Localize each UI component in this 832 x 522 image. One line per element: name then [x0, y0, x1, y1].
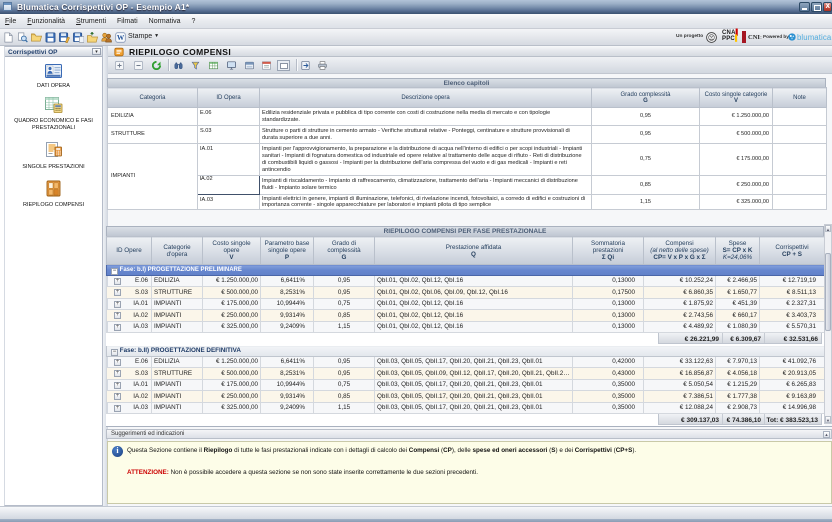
- svg-text:W: W: [117, 33, 125, 42]
